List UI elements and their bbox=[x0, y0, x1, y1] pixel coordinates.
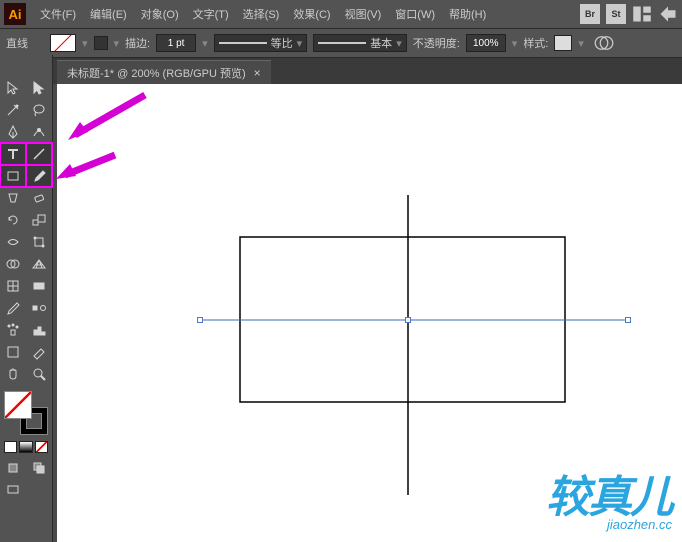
rotate-tool[interactable] bbox=[0, 209, 26, 231]
line-handle-right[interactable] bbox=[625, 317, 631, 323]
free-transform-tool[interactable] bbox=[26, 231, 52, 253]
curvature-tool[interactable] bbox=[26, 121, 52, 143]
paintbrush-tool[interactable] bbox=[26, 165, 52, 187]
style-swatch[interactable] bbox=[554, 35, 572, 51]
color-mode-icon[interactable] bbox=[4, 441, 17, 453]
st-icon[interactable]: St bbox=[606, 4, 626, 24]
opacity-label: 不透明度: bbox=[413, 35, 460, 51]
menu-help[interactable]: 帮助(H) bbox=[443, 0, 492, 28]
stroke-label: 描边: bbox=[125, 35, 150, 51]
column-graph-tool[interactable] bbox=[26, 319, 52, 341]
app-logo: Ai bbox=[4, 3, 26, 25]
profile-combo[interactable]: 等比▾ bbox=[214, 34, 308, 52]
gradient-tool[interactable] bbox=[26, 275, 52, 297]
options-bar: 直线 ▾ ▾ 描边: ▾ 等比▾ 基本▾ 不透明度: ▾ 样式: ▾ bbox=[0, 28, 682, 58]
fill-stroke-control[interactable] bbox=[4, 391, 48, 435]
direct-selection-tool[interactable] bbox=[26, 77, 52, 99]
blend-tool[interactable] bbox=[26, 297, 52, 319]
annotation-arrow-1 bbox=[60, 90, 150, 150]
pathfinder-icon[interactable] bbox=[594, 33, 614, 53]
br-icon[interactable]: Br bbox=[580, 4, 600, 24]
stroke-weight-input[interactable] bbox=[156, 34, 196, 52]
hand-tool[interactable] bbox=[0, 363, 26, 385]
brush-combo[interactable]: 基本▾ bbox=[313, 34, 407, 52]
magic-wand-tool[interactable] bbox=[0, 99, 26, 121]
fill-color-icon[interactable] bbox=[4, 391, 32, 419]
menu-edit[interactable]: 编辑(E) bbox=[84, 0, 133, 28]
eyedropper-tool[interactable] bbox=[0, 297, 26, 319]
close-tab-icon[interactable]: × bbox=[254, 66, 261, 80]
document-tab[interactable]: 未标题-1* @ 200% (RGB/GPU 预览) × bbox=[57, 60, 271, 84]
menu-select[interactable]: 选择(S) bbox=[237, 0, 286, 28]
line-handle-center[interactable] bbox=[405, 317, 411, 323]
eraser-tool[interactable] bbox=[26, 187, 52, 209]
slice-tool[interactable] bbox=[26, 341, 52, 363]
mesh-tool[interactable] bbox=[0, 275, 26, 297]
symbol-sprayer-tool[interactable] bbox=[0, 319, 26, 341]
sync-icon[interactable] bbox=[658, 4, 678, 24]
scale-tool[interactable] bbox=[26, 209, 52, 231]
style-label: 样式: bbox=[523, 35, 548, 51]
selection-tool[interactable] bbox=[0, 77, 26, 99]
doc-tab-title: 未标题-1* @ 200% (RGB/GPU 预览) bbox=[67, 65, 246, 81]
line-handle-left[interactable] bbox=[197, 317, 203, 323]
menu-effect[interactable]: 效果(C) bbox=[287, 0, 336, 28]
draw-normal-icon[interactable] bbox=[0, 457, 26, 479]
fill-swatch[interactable] bbox=[50, 34, 76, 52]
stroke-swatch[interactable] bbox=[94, 36, 108, 50]
tool-name-label: 直线 bbox=[6, 35, 28, 51]
type-tool[interactable] bbox=[0, 143, 26, 165]
shape-builder-tool[interactable] bbox=[0, 253, 26, 275]
annotation-arrow-2 bbox=[50, 150, 120, 190]
lasso-tool[interactable] bbox=[26, 99, 52, 121]
menu-bar: Ai 文件(F) 编辑(E) 对象(O) 文字(T) 选择(S) 效果(C) 视… bbox=[0, 0, 682, 28]
zoom-tool[interactable] bbox=[26, 363, 52, 385]
pen-tool[interactable] bbox=[0, 121, 26, 143]
arrange-icon[interactable] bbox=[632, 4, 652, 24]
width-tool[interactable] bbox=[0, 231, 26, 253]
menu-window[interactable]: 窗口(W) bbox=[389, 0, 441, 28]
none-mode-icon[interactable] bbox=[35, 441, 48, 453]
shaper-tool[interactable] bbox=[0, 187, 26, 209]
screen-mode-icon[interactable] bbox=[0, 479, 26, 501]
menu-object[interactable]: 对象(O) bbox=[135, 0, 185, 28]
draw-behind-icon[interactable] bbox=[26, 457, 52, 479]
doc-tab-bar: 未标题-1* @ 200% (RGB/GPU 预览) × bbox=[0, 58, 682, 84]
menu-view[interactable]: 视图(V) bbox=[339, 0, 388, 28]
watermark: 较真儿 jiaozhen.cc bbox=[546, 461, 672, 532]
gradient-mode-icon[interactable] bbox=[19, 441, 32, 453]
menu-file[interactable]: 文件(F) bbox=[34, 0, 82, 28]
perspective-grid-tool[interactable] bbox=[26, 253, 52, 275]
line-segment-tool[interactable] bbox=[26, 143, 52, 165]
opacity-input[interactable] bbox=[466, 34, 506, 52]
watermark-text: 较真儿 bbox=[546, 461, 672, 525]
tool-panel bbox=[0, 55, 53, 542]
rectangle-tool[interactable] bbox=[0, 165, 26, 187]
menu-type[interactable]: 文字(T) bbox=[187, 0, 235, 28]
artboard-tool[interactable] bbox=[0, 341, 26, 363]
